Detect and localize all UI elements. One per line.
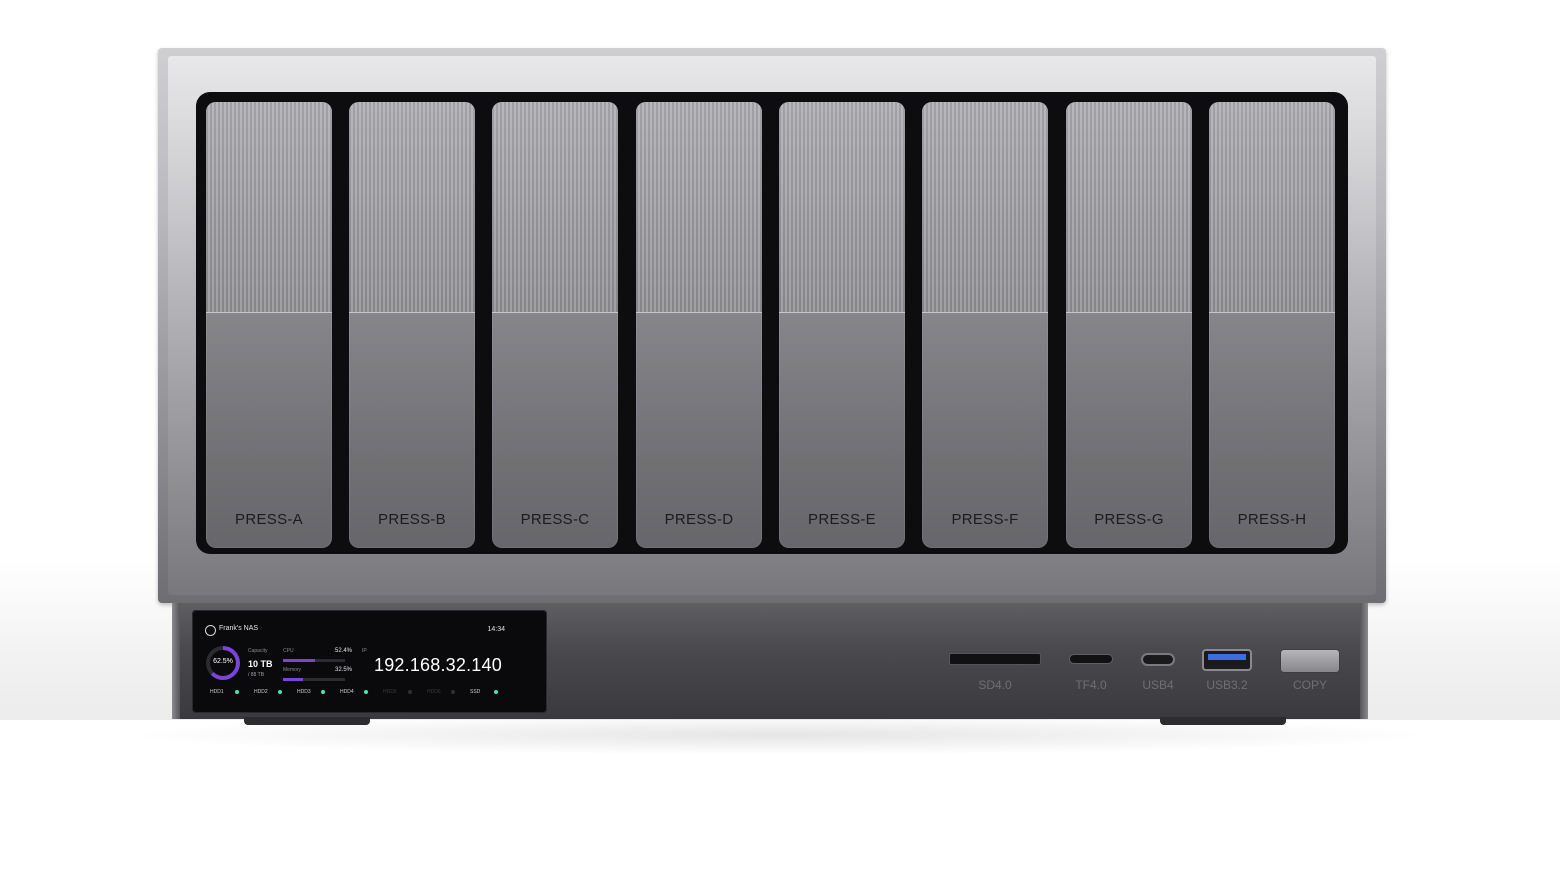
bay-grille xyxy=(349,102,475,313)
drive-bay-b[interactable]: PRESS-B xyxy=(349,102,475,548)
drive-bay-f[interactable]: PRESS-F xyxy=(922,102,1048,548)
ip-label: IP xyxy=(362,648,367,654)
base-edge xyxy=(1360,603,1368,719)
bay-label: PRESS-G xyxy=(1094,511,1164,528)
power-icon xyxy=(205,625,216,636)
tf-card-slot[interactable] xyxy=(1070,655,1112,663)
bay-label: PRESS-C xyxy=(520,511,590,528)
clock: 14:34 xyxy=(487,626,505,633)
drive-bay-g[interactable]: PRESS-G xyxy=(1066,102,1192,548)
cpu-bar-fill xyxy=(283,659,316,662)
drive-status-dot xyxy=(451,690,455,694)
usb4-port[interactable] xyxy=(1143,655,1173,664)
nas-product-scene: PRESS-A PRESS-B PRESS-C PRESS-D PRESS-E … xyxy=(0,0,1560,878)
bay-grille xyxy=(1209,102,1335,313)
capacity-used: 10 TB xyxy=(248,659,273,669)
drive-hdd4: HDD4 xyxy=(340,689,354,695)
bay-label: PRESS-E xyxy=(808,511,876,528)
drive-ssd: SSD xyxy=(470,689,481,695)
bay-grille xyxy=(206,102,332,313)
drive-hdd2: HDD2 xyxy=(254,689,268,695)
bay-grille xyxy=(1066,102,1192,313)
ip-address: 192.168.32.140 xyxy=(374,655,502,675)
status-display: Frank's NAS 14:34 62.5% Capacity 10 TB /… xyxy=(192,610,547,713)
copy-label: COPY xyxy=(1292,678,1327,692)
bay-grille xyxy=(492,102,618,313)
drive-hdd3: HDD3 xyxy=(297,689,311,695)
bay-label: PRESS-A xyxy=(235,511,303,528)
bay-label: PRESS-D xyxy=(664,511,734,528)
bay-grille xyxy=(922,102,1048,313)
bay-label: PRESS-B xyxy=(378,511,446,528)
cpu-bar xyxy=(283,659,345,662)
memory-value: 32.5% xyxy=(335,667,353,673)
memory-label: Memory xyxy=(283,667,302,673)
sd-label: SD4.0 xyxy=(978,678,1012,692)
drive-status-dot xyxy=(494,690,498,694)
memory-bar xyxy=(283,678,345,681)
drive-bay-d[interactable]: PRESS-D xyxy=(636,102,762,548)
base-edge xyxy=(172,603,180,719)
drive-status-dot xyxy=(235,690,239,694)
foot-left xyxy=(244,717,370,725)
drive-bay-a[interactable]: PRESS-A xyxy=(206,102,332,548)
usb32-port[interactable] xyxy=(1204,651,1250,669)
drive-status-dot xyxy=(408,690,412,694)
drive-hdd5: HDD5 xyxy=(383,689,397,695)
usb32-label: USB3.2 xyxy=(1206,678,1248,692)
drive-bay-c[interactable]: PRESS-C xyxy=(492,102,618,548)
drive-bay-e[interactable]: PRESS-E xyxy=(779,102,905,548)
capacity-label: Capacity xyxy=(248,648,268,654)
bay-grille xyxy=(636,102,762,313)
drive-status-dot xyxy=(321,690,325,694)
bay-label: PRESS-H xyxy=(1237,511,1307,528)
sd-card-slot[interactable] xyxy=(950,654,1040,664)
drive-bay-h[interactable]: PRESS-H xyxy=(1209,102,1335,548)
drive-hdd1: HDD1 xyxy=(210,689,224,695)
drive-status-dot xyxy=(278,690,282,694)
device-name: Frank's NAS xyxy=(219,625,259,632)
usb4-label: USB4 xyxy=(1142,678,1174,692)
memory-bar-fill xyxy=(283,678,304,681)
bay-grille xyxy=(779,102,905,313)
capacity-total: / 88 TB xyxy=(248,672,265,678)
copy-button[interactable] xyxy=(1281,650,1339,672)
drive-hdd6: HDD6 xyxy=(427,689,441,695)
capacity-percent: 62.5% xyxy=(213,658,233,665)
cpu-label: CPU xyxy=(283,648,294,654)
drive-status-dot xyxy=(364,690,368,694)
cpu-value: 52.4% xyxy=(335,648,353,654)
tf-label: TF4.0 xyxy=(1075,678,1107,692)
bay-label: PRESS-F xyxy=(951,511,1019,528)
foot-right xyxy=(1160,717,1286,725)
